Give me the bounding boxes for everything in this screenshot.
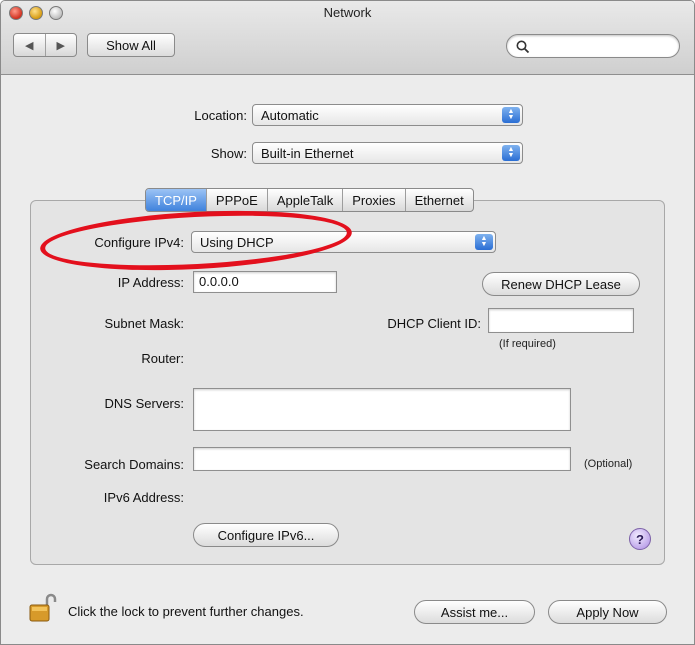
location-popup[interactable]: Automatic ▲ ▼ — [252, 104, 523, 126]
popup-arrows-icon: ▲ ▼ — [502, 107, 520, 123]
search-domains-hint: (Optional) — [584, 458, 633, 470]
show-all-button[interactable]: Show All — [87, 33, 175, 57]
apply-now-button[interactable]: Apply Now — [548, 600, 667, 624]
help-icon[interactable]: ? — [629, 528, 651, 550]
dns-servers-label: DNS Servers: — [104, 396, 184, 411]
search-domains-field[interactable] — [193, 447, 571, 471]
show-popup[interactable]: Built-in Ethernet ▲ ▼ — [252, 142, 523, 164]
back-forward-control: ◀ ▶ — [13, 33, 77, 57]
dhcp-client-id-hint: (If required) — [499, 338, 556, 350]
tab-ethernet[interactable]: Ethernet — [404, 189, 473, 211]
tab-panel — [30, 200, 665, 565]
assist-me-button[interactable]: Assist me... — [414, 600, 535, 624]
lock-icon[interactable] — [28, 593, 58, 623]
configure-ipv4-label: Configure IPv4: — [94, 235, 184, 250]
location-value: Automatic — [261, 107, 319, 123]
configure-ipv4-popup[interactable]: Using DHCP ▲ ▼ — [191, 231, 496, 253]
search-domains-label: Search Domains: — [84, 457, 184, 472]
popup-arrows-icon: ▲ ▼ — [475, 234, 493, 250]
tab-appletalk[interactable]: AppleTalk — [266, 189, 342, 211]
tab-proxies[interactable]: Proxies — [342, 189, 404, 211]
location-label: Location: — [194, 108, 247, 123]
show-value: Built-in Ethernet — [261, 145, 354, 161]
search-input[interactable] — [506, 34, 680, 58]
subnet-mask-label: Subnet Mask: — [104, 316, 185, 331]
configure-ipv4-value: Using DHCP — [200, 234, 274, 250]
forward-icon[interactable]: ▶ — [44, 34, 77, 56]
show-label: Show: — [210, 146, 247, 161]
popup-arrows-icon: ▲ ▼ — [502, 145, 520, 161]
tab-bar: TCP/IP PPPoE AppleTalk Proxies Ethernet — [145, 188, 474, 212]
router-label: Router: — [141, 351, 184, 366]
back-icon[interactable]: ◀ — [14, 34, 45, 56]
lock-message: Click the lock to prevent further change… — [68, 604, 304, 619]
ip-address-field[interactable]: 0.0.0.0 — [193, 271, 337, 293]
search-icon — [516, 40, 530, 54]
tab-pppoe[interactable]: PPPoE — [205, 189, 267, 211]
ip-address-label: IP Address: — [117, 275, 184, 290]
network-preferences-window: Network ◀ ▶ Show All Location: Automatic… — [0, 0, 695, 645]
window-title: Network — [323, 5, 372, 20]
title-bar: Network ◀ ▶ Show All — [1, 1, 694, 75]
renew-dhcp-lease-button[interactable]: Renew DHCP Lease — [482, 272, 640, 296]
dhcp-client-id-field[interactable] — [488, 308, 634, 333]
configure-ipv6-button[interactable]: Configure IPv6... — [193, 523, 339, 547]
tab-tcpip[interactable]: TCP/IP — [146, 189, 206, 211]
ipv6-address-label: IPv6 Address: — [103, 490, 184, 505]
dns-servers-field[interactable] — [193, 388, 571, 431]
dhcp-client-id-label: DHCP Client ID: — [387, 316, 481, 331]
